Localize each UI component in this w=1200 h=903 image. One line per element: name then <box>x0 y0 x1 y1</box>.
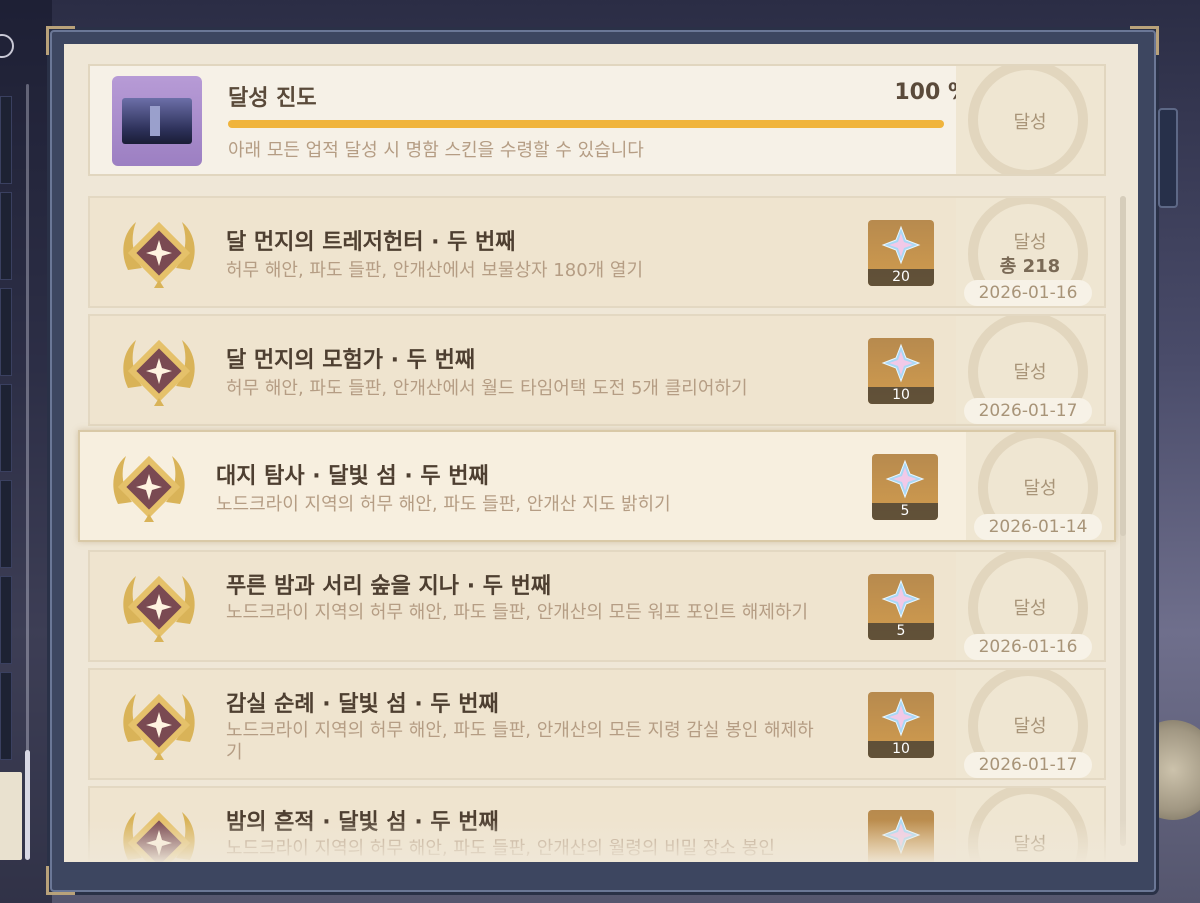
status-label: 달성 <box>1013 232 1047 253</box>
achievement-row[interactable]: 달 먼지의 모험가 · 두 번째 허무 해안, 파도 들판, 안개산에서 월드 … <box>88 314 1106 426</box>
side-scroll-track <box>26 84 29 854</box>
achievement-title: 달 먼지의 모험가 · 두 번째 <box>226 348 476 373</box>
primogem-icon <box>881 343 921 383</box>
achievement-row-selected[interactable]: 대지 탐사 · 달빛 섬 · 두 번째 노드크라이 지역의 허무 해안, 파도 … <box>78 430 1116 542</box>
reward-count: 5 <box>868 623 934 640</box>
side-tab[interactable] <box>0 96 12 184</box>
primogem-icon <box>881 225 921 265</box>
side-tab[interactable] <box>0 576 12 664</box>
reward-count: 5 <box>872 503 938 520</box>
circle-button[interactable] <box>0 34 14 58</box>
status-seal: 달성 <box>956 788 1104 862</box>
status-label: 달성 <box>1013 362 1047 383</box>
status-seal: 달성 <box>956 66 1104 174</box>
reward-item[interactable] <box>868 810 934 862</box>
progress-title: 달성 진도 <box>228 86 317 111</box>
status-seal: 달성 2026-01-14 <box>966 432 1114 540</box>
achievement-description: 노드크라이 지역의 허무 해안, 파도 들판, 안개산의 모든 지령 감실 봉인… <box>226 720 814 763</box>
status-seal: 달성 2026-01-16 <box>956 552 1104 660</box>
reward-count: 10 <box>868 387 934 404</box>
achievement-row[interactable]: 감실 순례 · 달빛 섬 · 두 번째 노드크라이 지역의 허무 해안, 파도 … <box>88 668 1106 780</box>
primogem-icon <box>881 697 921 737</box>
status-seal: 달성 총 218 2026-01-16 <box>956 198 1104 306</box>
laurel-medal-icon <box>123 575 195 642</box>
reward-item[interactable]: 20 <box>868 220 934 286</box>
achievement-description: 노드크라이 지역의 허무 해안, 파도 들판, 안개산의 모든 워프 포인트 해… <box>226 602 809 623</box>
achievement-row[interactable]: 푸른 밤과 서리 숲을 지나 · 두 번째 노드크라이 지역의 허무 해안, 파… <box>88 550 1106 662</box>
reward-item[interactable]: 10 <box>868 692 934 758</box>
background-side-rail <box>0 0 52 903</box>
reward-count: 20 <box>868 269 934 286</box>
frame-side-handle <box>1158 108 1178 208</box>
progress-percent: 100 % <box>894 80 970 105</box>
side-scroll-thumb[interactable] <box>25 750 30 860</box>
frame-corner-ornament <box>46 866 75 895</box>
achievement-description: 노드크라이 지역의 허무 해안, 파도 들판, 안개산 지도 밝히기 <box>216 494 671 515</box>
progress-bar-fill <box>228 120 944 128</box>
progress-description: 아래 모든 업적 달성 시 명함 스킨을 수령할 수 있습니다 <box>228 140 644 161</box>
achievement-progress: 달성 진도 100 % 아래 모든 업적 달성 시 명함 스킨을 수령할 수 있… <box>88 64 1106 176</box>
completion-date: 2026-01-14 <box>974 514 1102 540</box>
laurel-medal-icon <box>123 221 195 288</box>
status-label: 달성 <box>1013 716 1047 737</box>
progress-bar <box>228 120 944 128</box>
achievement-title: 달 먼지의 트레저헌터 · 두 번째 <box>226 230 516 255</box>
achievement-description: 허무 해안, 파도 들판, 안개산에서 보물상자 180개 열기 <box>226 260 644 281</box>
laurel-medal-icon <box>113 455 185 522</box>
list-scrollbar-thumb[interactable] <box>1120 196 1126 536</box>
completion-date: 2026-01-16 <box>964 280 1092 306</box>
status-seal: 달성 2026-01-17 <box>956 670 1104 778</box>
status-seal: 달성 2026-01-17 <box>956 316 1104 424</box>
laurel-medal-icon <box>123 339 195 406</box>
primogem-icon <box>885 459 925 499</box>
achievement-title: 대지 탐사 · 달빛 섬 · 두 번째 <box>216 464 489 489</box>
side-tab[interactable] <box>0 288 12 376</box>
laurel-medal-icon <box>123 811 195 862</box>
side-tab[interactable] <box>0 384 12 472</box>
status-label: 달성 <box>1023 478 1057 499</box>
status-label: 달성 <box>1013 598 1047 619</box>
achievement-title: 밤의 흔적 · 달빛 섬 · 두 번째 <box>226 810 499 835</box>
side-tab[interactable] <box>0 672 12 760</box>
achievement-title: 푸른 밤과 서리 숲을 지나 · 두 번째 <box>226 574 552 599</box>
side-tab[interactable] <box>0 480 12 568</box>
primogem-icon <box>881 815 921 855</box>
completion-date: 2026-01-16 <box>964 634 1092 660</box>
status-label: 달성 <box>1013 112 1047 133</box>
achievement-panel: 달성 진도 100 % 아래 모든 업적 달성 시 명함 스킨을 수령할 수 있… <box>64 44 1138 862</box>
reward-item[interactable]: 10 <box>868 338 934 404</box>
laurel-medal-icon <box>123 693 195 760</box>
status-label: 달성 <box>1013 834 1047 855</box>
achievement-row[interactable]: 밤의 흔적 · 달빛 섬 · 두 번째 노드크라이 지역의 허무 해안, 파도 … <box>88 786 1106 862</box>
achievement-description: 허무 해안, 파도 들판, 안개산에서 월드 타임어택 도전 5개 클리어하기 <box>226 378 748 399</box>
achievement-title: 감실 순례 · 달빛 섬 · 두 번째 <box>226 692 499 717</box>
list-scrollbar[interactable] <box>1120 196 1126 846</box>
achievement-description: 노드크라이 지역의 허무 해안, 파도 들판, 안개산의 월령의 비밀 장소 봉… <box>226 838 775 859</box>
reward-item[interactable]: 5 <box>868 574 934 640</box>
namecard-preview-icon <box>112 76 202 166</box>
achievement-row[interactable]: 달 먼지의 트레저헌터 · 두 번째 허무 해안, 파도 들판, 안개산에서 보… <box>88 196 1106 308</box>
completion-date: 2026-01-17 <box>964 398 1092 424</box>
completion-date: 2026-01-17 <box>964 752 1092 778</box>
primogem-icon <box>881 579 921 619</box>
reward-item[interactable]: 5 <box>872 454 938 520</box>
side-tab[interactable] <box>0 192 12 280</box>
status-total: 총 218 <box>999 256 1061 277</box>
side-card[interactable] <box>0 772 22 860</box>
reward-count: 10 <box>868 741 934 758</box>
